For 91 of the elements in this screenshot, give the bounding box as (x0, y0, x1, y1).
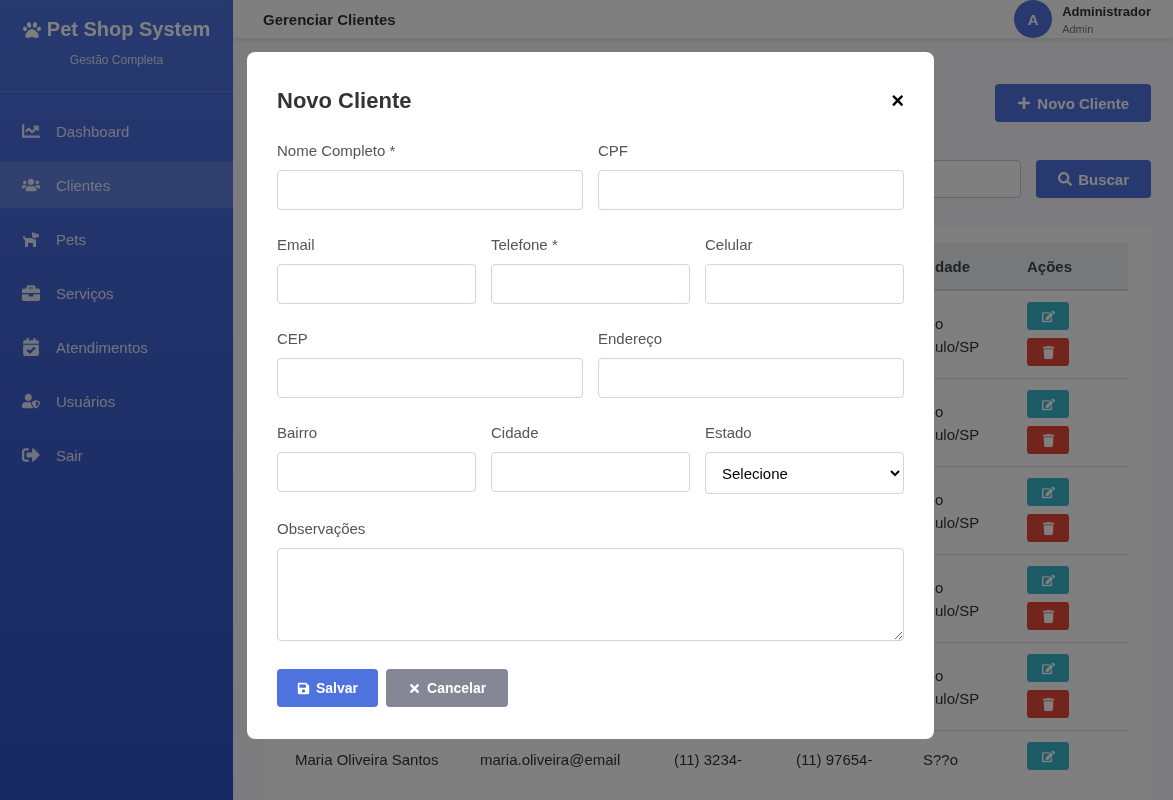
table-cell-text: ulo/SP (935, 337, 981, 355)
trash-icon (1041, 345, 1055, 359)
user-shield-icon (22, 392, 40, 410)
input-field[interactable] (491, 264, 690, 304)
edit-icon (1041, 309, 1055, 323)
modal-title: Novo Cliente (277, 88, 412, 114)
sign-out-icon (22, 446, 40, 464)
new-client-button[interactable]: Novo Cliente (995, 84, 1151, 122)
calendar-check-icon (22, 338, 40, 356)
brand-title: Pet Shop System (46, 18, 211, 41)
notes-field[interactable] (277, 548, 904, 641)
briefcase-icon (22, 284, 40, 302)
table-cell-text: ulo/SP (935, 425, 981, 443)
table-cell-text: o (935, 314, 945, 332)
input-field[interactable] (277, 264, 476, 304)
sidebar-item[interactable]: Dashboard (0, 108, 233, 154)
sidebar-item[interactable]: Atendimentos (0, 324, 233, 370)
user-name: Administrador (1062, 3, 1151, 19)
sidebar-item[interactable]: Serviços (0, 270, 233, 316)
delete-button[interactable] (1027, 690, 1069, 718)
edit-icon (1041, 573, 1055, 587)
input-field[interactable] (705, 264, 904, 304)
input-field[interactable] (277, 170, 583, 210)
field-label: CEP (277, 330, 309, 347)
plus-icon (1017, 96, 1032, 110)
edit-icon (1041, 749, 1055, 763)
field-label: Bairro (277, 424, 318, 441)
cancel-button[interactable]: Cancelar (386, 669, 509, 707)
search-icon (1058, 172, 1073, 186)
table-cell-text: o (935, 402, 945, 420)
table-cell-text: ulo/SP (935, 689, 981, 707)
edit-button[interactable] (1027, 654, 1069, 682)
table-cell-text: (11) 3234- (674, 751, 744, 768)
user-avatar: A (1014, 0, 1053, 38)
sidebar-item[interactable]: Pets (0, 216, 233, 262)
edit-button[interactable] (1027, 742, 1069, 770)
delete-button[interactable] (1027, 602, 1069, 630)
input-field[interactable] (598, 358, 904, 398)
input-field[interactable] (598, 170, 904, 210)
field-label: CPF (598, 142, 629, 159)
edit-button[interactable] (1027, 302, 1069, 330)
paw-icon (22, 20, 41, 39)
table-cell-text: (11) 97654- (796, 751, 874, 768)
users-icon (22, 176, 40, 194)
field-label: Telefone * (491, 236, 559, 253)
line-chart-icon (22, 122, 40, 140)
input-field[interactable] (277, 358, 583, 398)
field-label: Observações (277, 520, 367, 537)
close-button[interactable]: × (891, 88, 904, 114)
close-icon (408, 681, 422, 695)
page-title: Gerenciar Clientes (263, 10, 396, 28)
search-button[interactable]: Buscar (1036, 160, 1151, 198)
table-cell-text: S??o (923, 751, 960, 768)
edit-button[interactable] (1027, 566, 1069, 594)
column-header: Ações (1027, 257, 1073, 275)
table-cell-text: Maria Oliveira Santos (295, 751, 440, 768)
edit-button[interactable] (1027, 390, 1069, 418)
table-cell-text: o (935, 666, 945, 684)
dog-icon (22, 230, 40, 248)
field-label: Email (277, 236, 316, 253)
state-select[interactable]: Selecione (705, 452, 904, 494)
field-label: Estado (705, 424, 753, 441)
save-button[interactable]: Salvar (277, 669, 379, 707)
edit-icon (1041, 661, 1055, 675)
table-cell-text: ulo/SP (935, 601, 981, 619)
delete-button[interactable] (1027, 426, 1069, 454)
delete-button[interactable] (1027, 514, 1069, 542)
trash-icon (1041, 609, 1055, 623)
save-icon (297, 681, 310, 695)
delete-button[interactable] (1027, 338, 1069, 366)
table-cell-text: ulo/SP (935, 513, 981, 531)
field-label: Cidade (491, 424, 540, 441)
trash-icon (1041, 697, 1055, 711)
edit-icon (1041, 397, 1055, 411)
field-label: Endereço (598, 330, 664, 347)
column-header: dade (935, 257, 970, 275)
field-label: Nome Completo * (277, 142, 397, 159)
table-cell-text: o (935, 578, 945, 596)
input-field[interactable] (277, 452, 476, 492)
user-role: Admin (1062, 22, 1095, 35)
field-label: Celular (705, 236, 754, 253)
trash-icon (1041, 433, 1055, 447)
sidebar-item[interactable]: Usuários (0, 378, 233, 424)
table-cell-text: o (935, 490, 945, 508)
edit-button[interactable] (1027, 478, 1069, 506)
table-cell-text: maria.oliveira@email (480, 751, 622, 768)
sidebar-item[interactable]: Sair (0, 432, 233, 478)
trash-icon (1041, 521, 1055, 535)
brand-subtitle: Gestão Completa (69, 53, 164, 67)
input-field[interactable] (491, 452, 690, 492)
edit-icon (1041, 485, 1055, 499)
